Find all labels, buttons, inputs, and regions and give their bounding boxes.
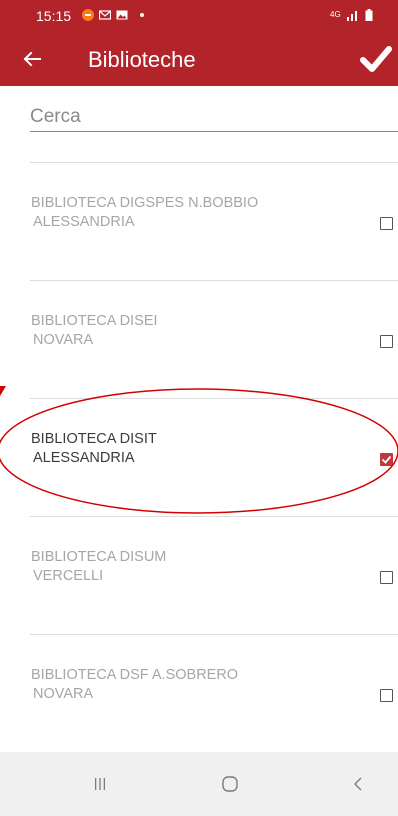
checkbox-checked[interactable] bbox=[380, 453, 393, 466]
checkbox[interactable] bbox=[380, 689, 393, 702]
library-name: BIBLIOTECA DSF A.SOBRERO bbox=[31, 667, 239, 683]
status-time: 15:15 bbox=[36, 8, 72, 24]
checkmark-small-icon bbox=[381, 455, 392, 464]
back-chevron-icon[interactable] bbox=[351, 772, 365, 796]
library-name: BIBLIOTECA DISUM bbox=[31, 549, 167, 565]
app-notification-icon bbox=[82, 9, 94, 21]
search-input[interactable] bbox=[30, 102, 398, 131]
recents-icon[interactable] bbox=[93, 772, 107, 796]
checkbox[interactable] bbox=[380, 335, 393, 348]
library-city: VERCELLI bbox=[33, 568, 104, 584]
library-list-item[interactable]: BIBLIOTECA DISUM VERCELLI bbox=[0, 516, 398, 634]
library-city: NOVARA bbox=[33, 332, 94, 348]
library-name: BIBLIOTECA DISEI bbox=[31, 313, 158, 329]
library-list-item[interactable]: BIBLIOTECA DSF A.SOBRERO NOVARA bbox=[0, 634, 398, 752]
app-bar: Biblioteche bbox=[0, 32, 398, 86]
home-icon[interactable] bbox=[220, 772, 240, 796]
library-city: ALESSANDRIA bbox=[33, 214, 135, 230]
library-name: BIBLIOTECA DIGSPES N.BOBBIO bbox=[31, 195, 259, 211]
checkbox[interactable] bbox=[380, 571, 393, 584]
library-list-item[interactable]: BIBLIOTECA DISEI NOVARA bbox=[0, 280, 398, 398]
library-city: NOVARA bbox=[33, 686, 94, 702]
checkbox[interactable] bbox=[380, 217, 393, 230]
network-type: 4G bbox=[330, 10, 341, 19]
library-list-item[interactable]: BIBLIOTECA DISIT ALESSANDRIA bbox=[0, 398, 398, 516]
arrow-left-icon[interactable] bbox=[22, 49, 42, 69]
system-nav-bar bbox=[0, 752, 398, 816]
library-list-item[interactable]: BIBLIOTECA DIGSPES N.BOBBIO ALESSANDRIA bbox=[0, 162, 398, 280]
mail-icon bbox=[99, 10, 111, 20]
search-field bbox=[30, 102, 398, 132]
page-title: Biblioteche bbox=[88, 47, 196, 72]
library-name: BIBLIOTECA DISIT bbox=[31, 431, 157, 447]
checkmark-icon[interactable] bbox=[360, 44, 392, 74]
gallery-icon bbox=[116, 10, 128, 20]
library-city: ALESSANDRIA bbox=[33, 450, 135, 466]
battery-icon bbox=[365, 9, 373, 21]
dot-icon bbox=[140, 13, 144, 17]
status-bar: 15:15 4G bbox=[0, 0, 398, 32]
signal-icon bbox=[347, 11, 357, 21]
